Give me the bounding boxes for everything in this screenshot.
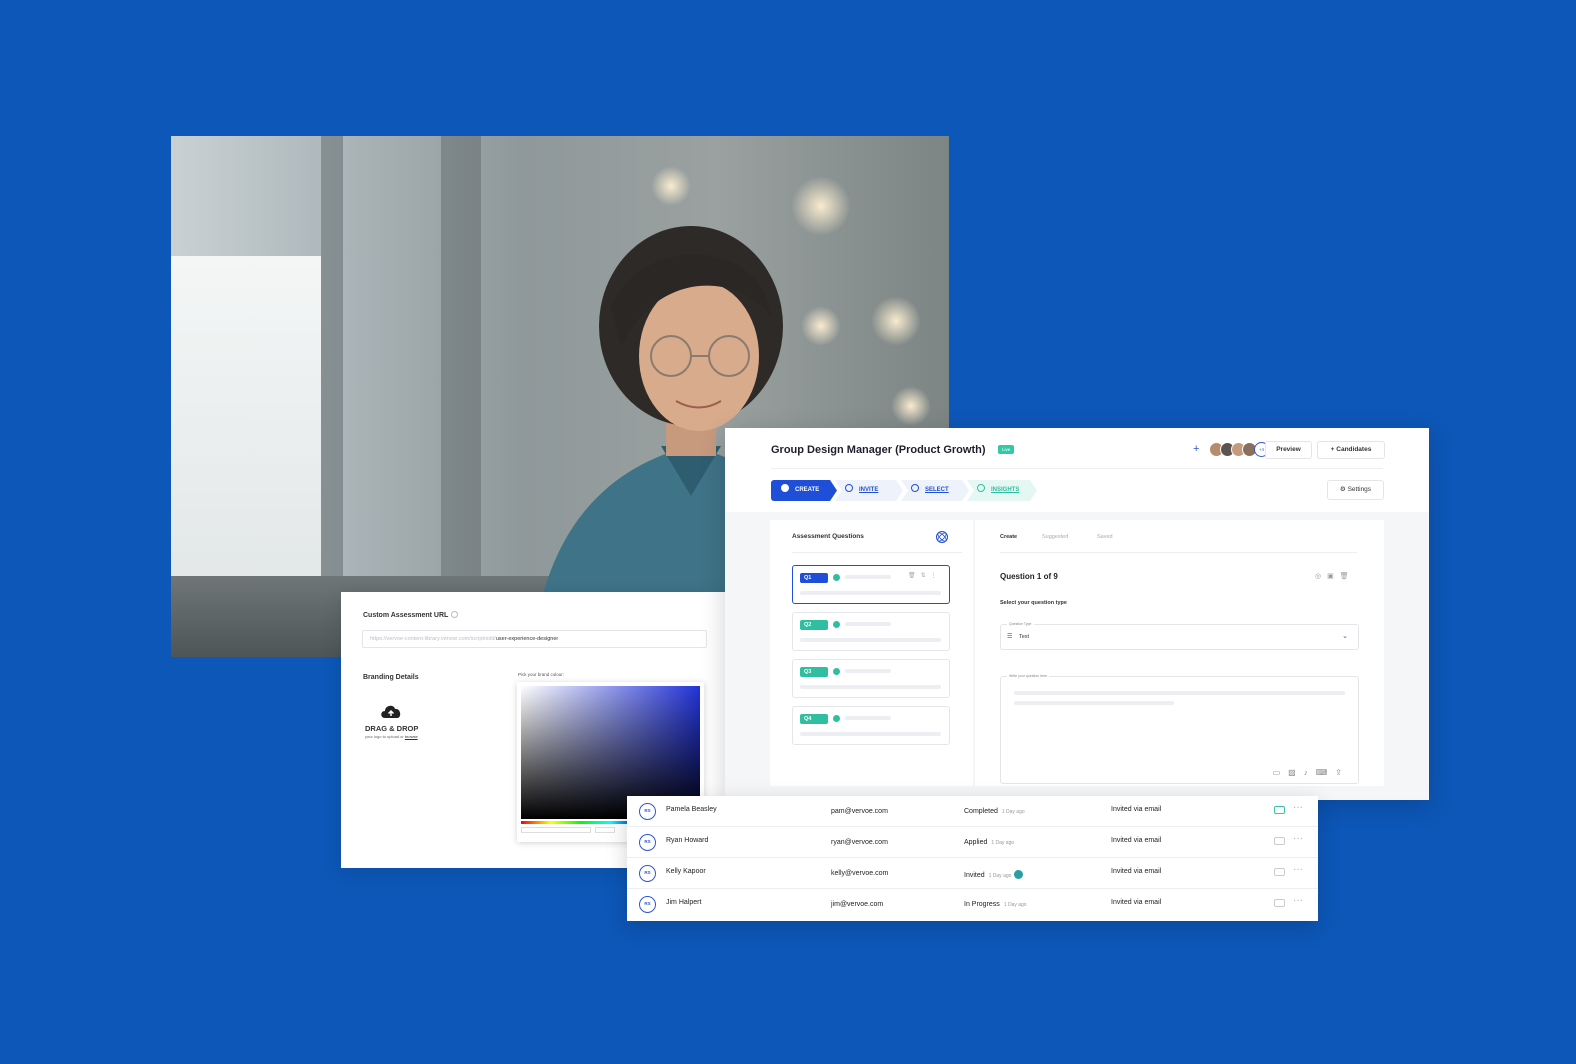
candidates-list: RS Pamela Beasley pam@vervoe.com Complet… <box>627 796 1318 921</box>
complete-check-icon <box>833 668 840 675</box>
question-actions-icons[interactable]: 🗑⇅⋮ <box>908 572 942 579</box>
candidate-name: Jim Halpert <box>666 899 702 906</box>
question-counter: Question 1 of 9 <box>1000 572 1058 581</box>
candidate-name: Kelly Kapoor <box>666 868 706 875</box>
candidate-status: Invited 1 Day ago <box>964 870 1024 879</box>
preview-button[interactable]: Preview <box>1265 441 1312 459</box>
candidate-email: pam@vervoe.com <box>831 808 888 815</box>
question-card[interactable]: Q1 🗑⇅⋮ <box>792 565 950 604</box>
text-lines-icon: ☰ <box>1007 634 1013 640</box>
question-card[interactable]: Q3 <box>792 659 950 698</box>
media-tools-icons[interactable]: ▭▨♪⌨⇪ <box>1273 768 1350 777</box>
invite-method: Invited via email <box>1111 806 1162 813</box>
mail-icon[interactable] <box>1274 837 1285 845</box>
drag-drop-subtitle: your logo to upload or browse <box>365 734 418 739</box>
questions-panel: Assessment Questions Q1 🗑⇅⋮ Q2 Q3 Q4 <box>770 520 973 786</box>
question-textarea[interactable]: Write your question here ▭▨♪⌨⇪ <box>1000 674 1359 784</box>
url-label: Custom Assessment URL <box>363 611 459 619</box>
check-icon <box>781 484 789 492</box>
clock-icon <box>911 484 919 492</box>
hex-input[interactable] <box>521 827 591 833</box>
candidate-email: kelly@vervoe.com <box>831 870 889 877</box>
upload-cloud-icon[interactable] <box>379 702 403 720</box>
table-row[interactable]: RS Pamela Beasley pam@vervoe.com Complet… <box>627 796 1318 827</box>
step-invite[interactable]: INVITE <box>835 480 903 501</box>
step-insights[interactable]: INSIGHTS <box>967 480 1037 501</box>
avatar: RS <box>639 834 656 851</box>
question-tag: Q1 <box>800 573 828 583</box>
assessment-url-input[interactable]: https://vervoe-content-library.vervoe.co… <box>362 630 707 648</box>
tab-suggested[interactable]: Suggested <box>1042 534 1068 540</box>
alpha-input[interactable] <box>595 827 615 833</box>
candidate-name: Ryan Howard <box>666 837 709 844</box>
candidate-email: ryan@vervoe.com <box>831 839 888 846</box>
question-editor: Create Suggested Saved Question 1 of 9 ◎… <box>975 520 1384 786</box>
clock-icon <box>845 484 853 492</box>
more-options-icon[interactable]: ··· <box>1293 802 1303 813</box>
branding-label: Branding Details <box>363 674 419 681</box>
avatar: RS <box>639 896 656 913</box>
questions-heading: Assessment Questions <box>792 533 864 540</box>
candidates-button[interactable]: + Candidates <box>1317 441 1385 459</box>
complete-check-icon <box>833 574 840 581</box>
invite-method: Invited via email <box>1111 837 1162 844</box>
step-select[interactable]: SELECT <box>901 480 969 501</box>
tab-saved[interactable]: Saved <box>1097 534 1113 540</box>
drag-drop-title: DRAG & DROP <box>365 724 419 733</box>
question-tag: Q2 <box>800 620 828 630</box>
complete-check-icon <box>833 621 840 628</box>
status-badge: Live <box>998 445 1015 454</box>
avatar: RS <box>639 865 656 882</box>
ai-generate-icon[interactable] <box>935 530 949 544</box>
add-collaborator-icon[interactable]: + <box>1193 443 1199 455</box>
candidate-status: Completed 1 Day ago <box>964 808 1025 815</box>
settings-button[interactable]: ⚙ Settings <box>1327 480 1384 500</box>
more-options-icon[interactable]: ··· <box>1293 895 1303 906</box>
mail-icon[interactable] <box>1274 899 1285 907</box>
table-row[interactable]: RS Ryan Howard ryan@vervoe.com Applied 1 … <box>627 827 1318 858</box>
candidate-status: Applied 1 Day ago <box>964 839 1015 846</box>
table-row[interactable]: RS Jim Halpert jim@vervoe.com In Progres… <box>627 889 1318 920</box>
question-type-select[interactable]: Question Type ☰ Text ⌄ <box>1000 622 1359 650</box>
avatar: RS <box>639 803 656 820</box>
question-card[interactable]: Q2 <box>792 612 950 651</box>
question-tag: Q3 <box>800 667 828 677</box>
clock-icon <box>977 484 985 492</box>
candidate-status: In Progress 1 Day ago <box>964 901 1027 908</box>
assessment-editor-window: Group Design Manager (Product Growth) Li… <box>725 428 1429 800</box>
select-type-label: Select your question type <box>1000 600 1067 606</box>
browse-link[interactable]: browse <box>405 734 418 739</box>
tab-create[interactable]: Create <box>1000 534 1017 540</box>
more-options-icon[interactable]: ··· <box>1293 833 1303 844</box>
mail-icon[interactable] <box>1274 806 1285 814</box>
candidate-email: jim@vervoe.com <box>831 901 884 908</box>
complete-check-icon <box>833 715 840 722</box>
question-card[interactable]: Q4 <box>792 706 950 745</box>
color-picker-label: Pick your brand colour: <box>518 672 565 677</box>
info-icon[interactable] <box>451 611 459 618</box>
candidate-name: Pamela Beasley <box>666 806 717 813</box>
more-options-icon[interactable]: ··· <box>1293 864 1303 875</box>
question-tools-icons[interactable]: ◎▣🗑 <box>1315 572 1355 580</box>
mail-icon[interactable] <box>1274 868 1285 876</box>
invite-method: Invited via email <box>1111 899 1162 906</box>
verified-icon <box>1014 870 1024 879</box>
chevron-down-icon: ⌄ <box>1342 633 1348 640</box>
question-tag: Q4 <box>800 714 828 724</box>
gear-icon: ⚙ <box>1339 486 1346 493</box>
invite-method: Invited via email <box>1111 868 1162 875</box>
page-title: Group Design Manager (Product Growth) <box>771 444 986 456</box>
table-row[interactable]: RS Kelly Kapoor kelly@vervoe.com Invited… <box>627 858 1318 889</box>
step-create[interactable]: CREATE <box>771 480 837 501</box>
